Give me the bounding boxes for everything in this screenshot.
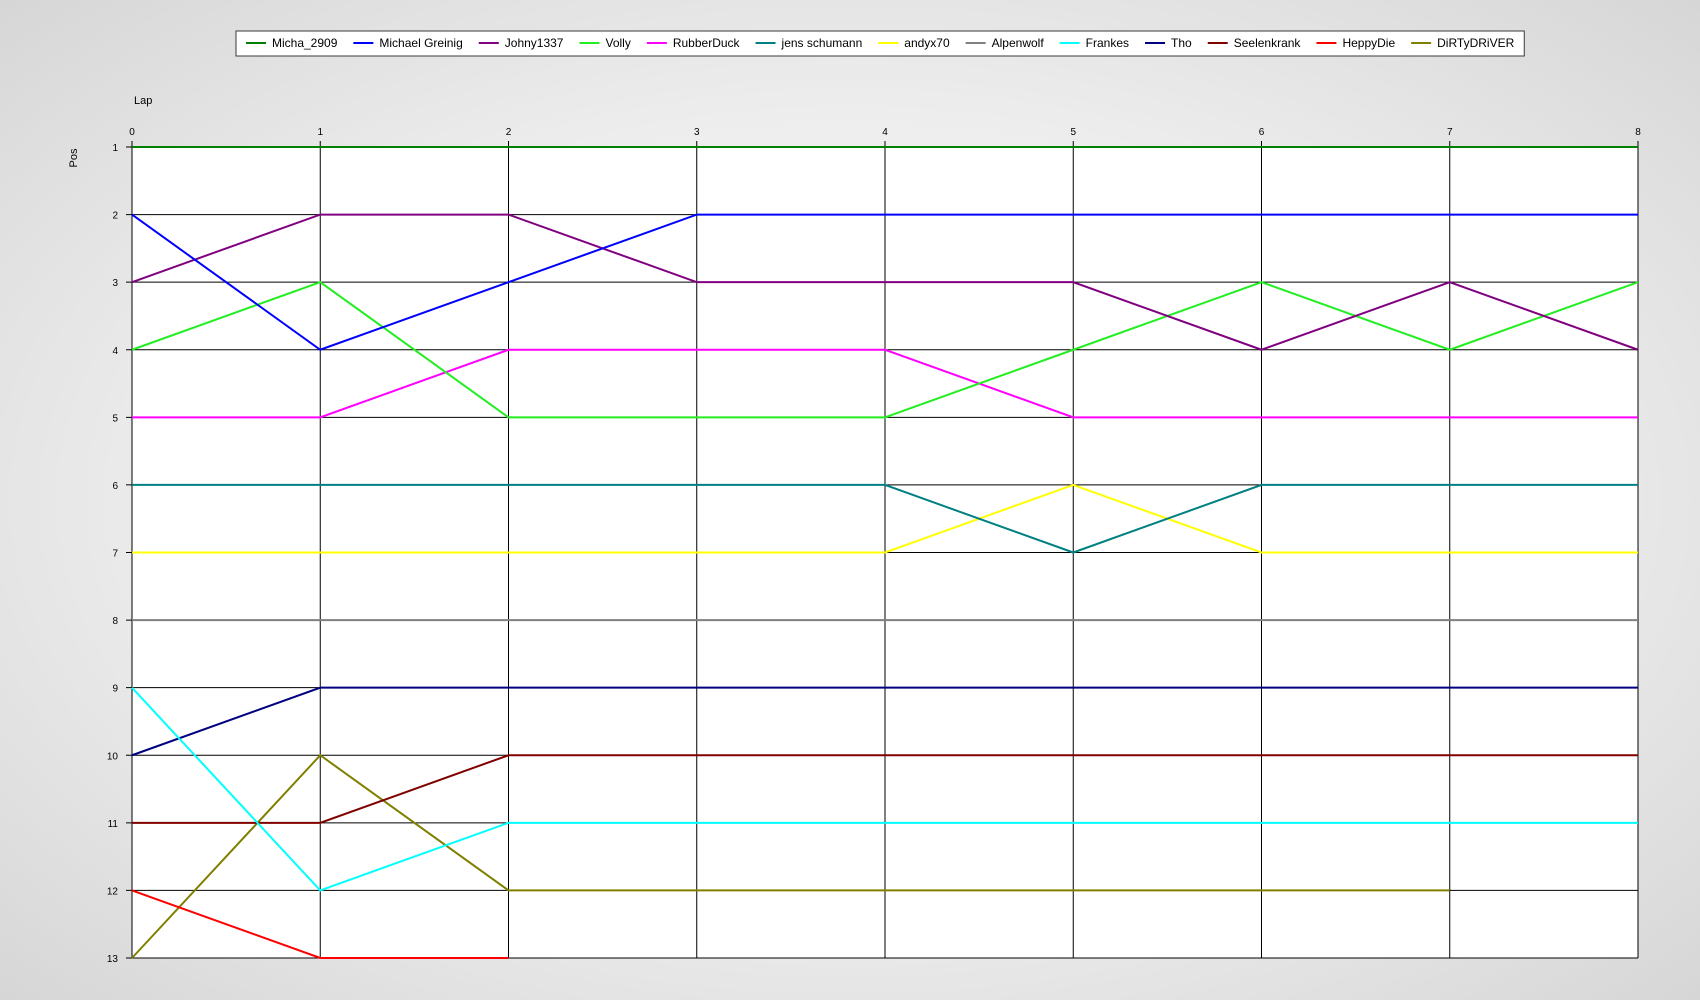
y-tick-label-8: 8 [112,616,118,627]
y-axis-title: Pos [68,148,80,167]
y-tick-label-4: 4 [112,346,118,357]
y-tick-label-13: 13 [107,954,119,965]
x-tick-label-7: 7 [1447,127,1453,138]
x-axis-title: Lap [134,95,152,107]
x-tick-label-5: 5 [1070,127,1076,138]
legend-label-rubberduck: RubberDuck [673,36,741,50]
legend-label-heppydie: HeppyDie [1342,36,1395,50]
x-tick-label-4: 4 [882,127,888,138]
legend-label-jens-schumann: jens schumann [781,36,863,50]
x-tick-label-1: 1 [317,127,323,138]
y-tick-label-7: 7 [112,549,118,560]
y-tick-label-6: 6 [112,481,118,492]
legend: Micha_2909 Michael Greinig Johny1337 Volly R… [235,30,1525,57]
y-tick-label-9: 9 [112,684,118,695]
y-tick-label-1: 1 [112,143,118,154]
legend-label-michael-greinig: Michael Greinig [379,36,462,50]
y-tick-label-12: 12 [107,886,119,897]
legend-label-andyx70: andyx70 [904,36,950,50]
legend-label-frankes: Frankes [1086,36,1129,50]
race-position-chart: Micha_2909 Michael Greinig Johny1337 Volly R… [68,30,1641,965]
legend-label-seelenkrank: Seelenkrank [1234,36,1302,50]
legend-label-tho: Tho [1171,36,1192,50]
y-tick-label-2: 2 [112,211,118,222]
legend-label-dirtydriver: DiRTyDRiVER [1437,36,1514,50]
x-tick-label-3: 3 [694,127,700,138]
y-tick-label-11: 11 [108,819,119,830]
x-tick-label-2: 2 [506,127,512,138]
y-tick-label-5: 5 [112,413,118,424]
legend-label-johny1337: Johny1337 [505,36,564,50]
x-tick-label-6: 6 [1259,127,1265,138]
legend-label-alpenwolf: Alpenwolf [992,36,1045,50]
legend-label-volly: Volly [605,36,630,50]
y-tick-label-10: 10 [107,751,119,762]
x-tick-label-8: 8 [1635,127,1641,138]
x-tick-label-0: 0 [129,127,135,138]
legend-label-micha-2909: Micha_2909 [272,36,338,50]
y-tick-label-3: 3 [112,278,118,289]
